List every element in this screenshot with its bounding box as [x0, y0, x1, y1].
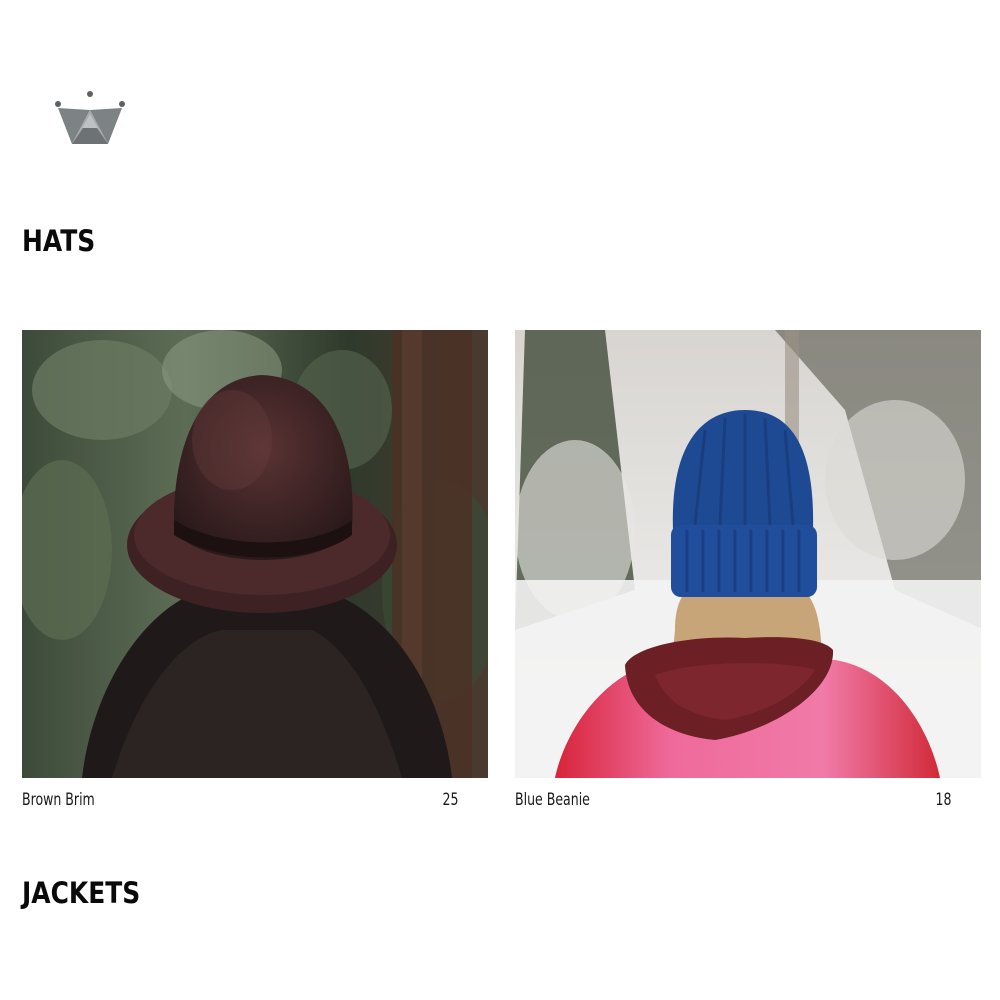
- section-title-hats[interactable]: HATS: [22, 224, 95, 258]
- product-footer: Brown Brim 25: [22, 790, 488, 820]
- crown-logo-link[interactable]: [52, 88, 128, 150]
- crown-icon: [55, 91, 125, 144]
- product-card[interactable]: Brown Brim 25: [22, 330, 488, 820]
- product-card[interactable]: Blue Beanie 18: [515, 330, 981, 820]
- product-price: 25: [442, 790, 458, 810]
- blue-beanie-photo[interactable]: [515, 330, 981, 778]
- product-footer: Blue Beanie 18: [515, 790, 981, 820]
- section-title-jackets[interactable]: JACKETS: [22, 876, 140, 910]
- page: HATS Brown Brim 25 Blue Beanie 18 JACKET…: [0, 0, 1000, 1000]
- product-name: Blue Beanie: [515, 790, 590, 810]
- brown-brim-photo[interactable]: [22, 330, 488, 778]
- product-price: 18: [935, 790, 951, 810]
- product-name: Brown Brim: [22, 790, 95, 810]
